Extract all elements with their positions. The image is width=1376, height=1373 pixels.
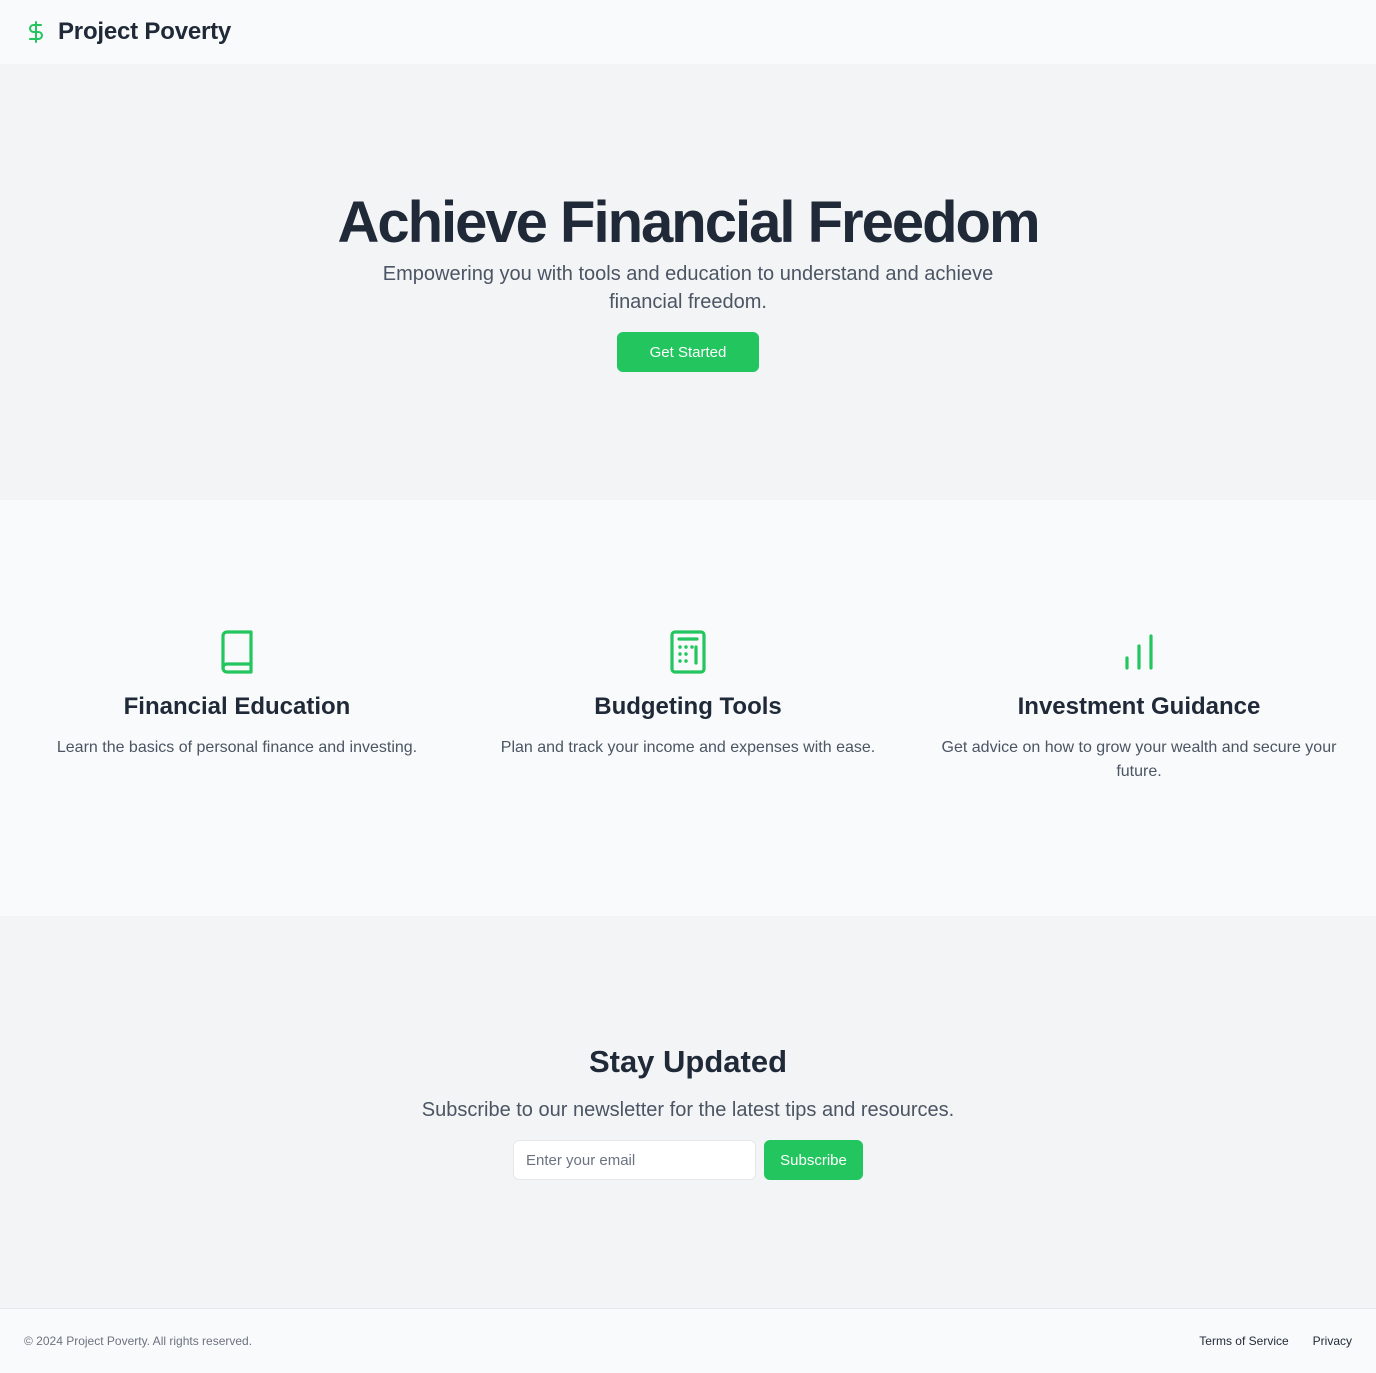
feature-title: Financial Education [123,693,351,720]
site-header: Project Poverty [0,0,1376,64]
feature-investment-guidance: Investment Guidance Get advice on how to… [926,628,1352,784]
hero-subtitle: Empowering you with tools and education … [382,263,994,313]
features-section: Financial Education Learn the basics of … [0,500,1376,916]
feature-text: Plan and track your income and expenses … [500,739,876,756]
terms-of-service-link[interactable]: Terms of Service [1199,1334,1288,1348]
dollar-icon [29,21,43,43]
subscribe-button[interactable]: Subscribe [764,1140,863,1180]
newsletter-form: Subscribe [513,1140,863,1180]
book-icon [221,630,253,674]
hero-section: Achieve Financial Freedom Empowering you… [0,64,1376,500]
newsletter-section: Stay Updated Subscribe to our newsletter… [0,916,1376,1308]
newsletter-subtitle: Subscribe to our newsletter for the late… [421,1099,955,1121]
get-started-button[interactable]: Get Started [617,332,759,372]
brand-link[interactable]: Project Poverty [24,18,231,46]
feature-title: Investment Guidance [1017,693,1261,720]
feature-financial-education: Financial Education Learn the basics of … [24,628,450,760]
site-footer: © 2024 Project Poverty. All rights reser… [0,1308,1376,1373]
bar-chart-icon [1125,634,1153,670]
calculator-icon [670,630,706,674]
feature-text: Learn the basics of personal finance and… [56,739,418,756]
footer-nav: Terms of Service Privacy [1199,1334,1352,1348]
brand-name: Project Poverty [58,18,232,45]
hero-title: Achieve Financial Freedom [337,190,1040,255]
feature-budgeting-tools: Budgeting Tools Plan and track your inco… [475,628,901,760]
feature-title: Budgeting Tools [594,693,782,720]
newsletter-title: Stay Updated [588,1044,788,1079]
feature-text: Get advice on how to grow your wealth an… [941,739,1337,780]
email-input[interactable] [513,1140,756,1180]
privacy-link[interactable]: Privacy [1313,1334,1352,1348]
copyright-text: © 2024 Project Poverty. All rights reser… [24,1334,253,1348]
